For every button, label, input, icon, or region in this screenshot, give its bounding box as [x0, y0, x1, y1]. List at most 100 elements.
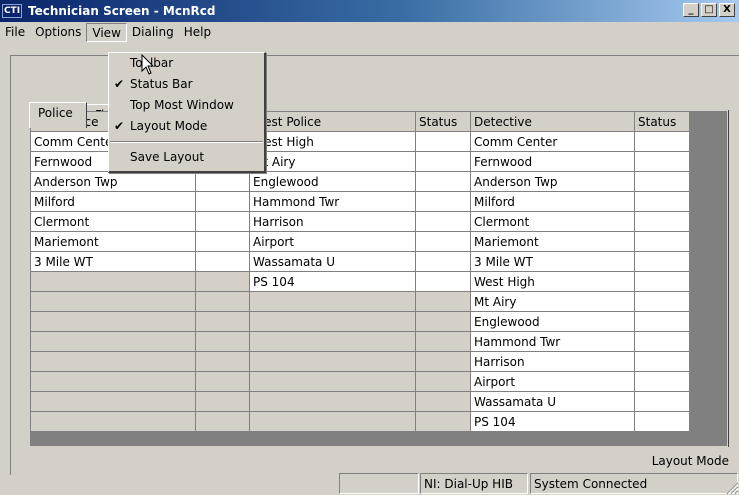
column-header[interactable]: Detective [470, 111, 635, 132]
menu-dialing[interactable]: Dialing [127, 23, 179, 42]
grid-cell[interactable] [415, 351, 471, 372]
grid-cell[interactable]: Harrison [249, 211, 416, 232]
view-menu-save-layout[interactable]: Save Layout [109, 147, 264, 168]
grid-cell[interactable]: Englewood [249, 171, 416, 192]
grid-cell[interactable] [415, 271, 471, 292]
grid-cell[interactable]: 3 Mile WT [470, 251, 635, 272]
grid-cell[interactable] [195, 291, 250, 312]
grid-cell[interactable] [634, 151, 690, 172]
grid-cell[interactable] [195, 191, 250, 212]
grid-cell[interactable] [634, 351, 690, 372]
grid-cell[interactable] [195, 311, 250, 332]
grid-cell[interactable] [634, 211, 690, 232]
grid-cell[interactable] [30, 291, 196, 312]
grid-cell[interactable] [30, 411, 196, 432]
grid-cell[interactable] [30, 351, 196, 372]
grid-cell[interactable] [634, 171, 690, 192]
grid-cell[interactable]: Englewood [470, 311, 635, 332]
view-menu-status-bar[interactable]: ✔ Status Bar [109, 74, 264, 95]
grid-cell[interactable]: Mariemont [470, 231, 635, 252]
grid-cell[interactable]: Mt Airy [470, 291, 635, 312]
grid-cell[interactable] [415, 231, 471, 252]
table-row[interactable]: Mt Airy [30, 291, 690, 312]
grid-cell[interactable] [415, 371, 471, 392]
resize-grip-icon[interactable] [725, 481, 739, 495]
grid-cell[interactable] [634, 131, 690, 152]
grid-cell[interactable] [249, 371, 416, 392]
grid-cell[interactable] [195, 351, 250, 372]
grid-cell[interactable] [415, 311, 471, 332]
grid-cell[interactable] [30, 371, 196, 392]
grid-cell[interactable] [30, 271, 196, 292]
grid-cell[interactable]: Hammond Twr [470, 331, 635, 352]
table-row[interactable]: Englewood [30, 311, 690, 332]
grid-cell[interactable] [30, 331, 196, 352]
grid-cell[interactable] [195, 171, 250, 192]
grid-cell[interactable]: Mt Airy [249, 151, 416, 172]
grid-cell[interactable]: Anderson Twp [30, 171, 196, 192]
grid-cell[interactable] [415, 391, 471, 412]
table-row[interactable]: Airport [30, 371, 690, 392]
grid-cell[interactable] [249, 311, 416, 332]
menu-file[interactable]: File [0, 23, 30, 42]
grid-cell[interactable] [195, 411, 250, 432]
grid-cell[interactable] [195, 331, 250, 352]
grid-cell[interactable] [415, 191, 471, 212]
title-bar[interactable]: CTI Technician Screen - McnRcd _ □ X [0, 0, 739, 22]
grid-cell[interactable] [634, 271, 690, 292]
grid-cell[interactable] [415, 131, 471, 152]
grid-cell[interactable] [249, 291, 416, 312]
table-row[interactable]: Wassamata U [30, 391, 690, 412]
tab-police[interactable]: Police [29, 102, 87, 128]
table-row[interactable]: Hammond Twr [30, 331, 690, 352]
grid-cell[interactable]: 3 Mile WT [30, 251, 196, 272]
grid-cell[interactable] [195, 211, 250, 232]
grid-cell[interactable] [634, 391, 690, 412]
grid-cell[interactable]: Clermont [30, 211, 196, 232]
grid-cell[interactable] [249, 331, 416, 352]
close-button[interactable]: X [719, 3, 735, 17]
grid-cell[interactable]: Harrison [470, 351, 635, 372]
view-menu-layout-mode[interactable]: ✔ Layout Mode [109, 116, 264, 137]
grid-cell[interactable]: Wassamata U [470, 391, 635, 412]
app-icon[interactable]: CTI [2, 4, 22, 18]
grid-cell[interactable]: Airport [249, 231, 416, 252]
menu-view[interactable]: View [86, 23, 127, 42]
grid-cell[interactable] [195, 391, 250, 412]
grid-cell[interactable] [249, 391, 416, 412]
grid-cell[interactable] [415, 251, 471, 272]
menu-help[interactable]: Help [179, 23, 216, 42]
grid-cell[interactable]: Airport [470, 371, 635, 392]
grid-cell[interactable]: Milford [470, 191, 635, 212]
grid-cell[interactable] [634, 251, 690, 272]
grid-cell[interactable] [415, 171, 471, 192]
grid-cell[interactable] [634, 411, 690, 432]
view-menu-top-most-window[interactable]: Top Most Window [109, 95, 264, 116]
grid-cell[interactable] [195, 271, 250, 292]
grid-cell[interactable] [634, 311, 690, 332]
grid-cell[interactable] [195, 231, 250, 252]
grid-cell[interactable]: PS 104 [249, 271, 416, 292]
grid-cell[interactable]: Comm Center [470, 131, 635, 152]
table-row[interactable]: Milford Hammond Twr Milford [30, 191, 690, 212]
table-row[interactable]: Mariemont Airport Mariemont [30, 231, 690, 252]
grid-cell[interactable] [30, 311, 196, 332]
grid-cell[interactable] [30, 391, 196, 412]
maximize-button[interactable]: □ [701, 3, 717, 17]
grid-cell[interactable] [415, 151, 471, 172]
grid-cell[interactable]: Mariemont [30, 231, 196, 252]
menu-options[interactable]: Options [30, 23, 86, 42]
grid-cell[interactable]: Hammond Twr [249, 191, 416, 212]
grid-cell[interactable]: Wassamata U [249, 251, 416, 272]
grid-cell[interactable]: Fernwood [470, 151, 635, 172]
grid-cell[interactable] [249, 351, 416, 372]
table-row[interactable]: PS 104 West High [30, 271, 690, 292]
grid-cell[interactable] [415, 211, 471, 232]
grid-cell[interactable]: PS 104 [470, 411, 635, 432]
grid-cell[interactable] [634, 231, 690, 252]
table-row[interactable]: 3 Mile WT Wassamata U 3 Mile WT [30, 251, 690, 272]
grid-cell[interactable] [415, 331, 471, 352]
grid-cell[interactable] [634, 291, 690, 312]
grid-cell[interactable] [195, 371, 250, 392]
grid-cell[interactable]: West High [470, 271, 635, 292]
